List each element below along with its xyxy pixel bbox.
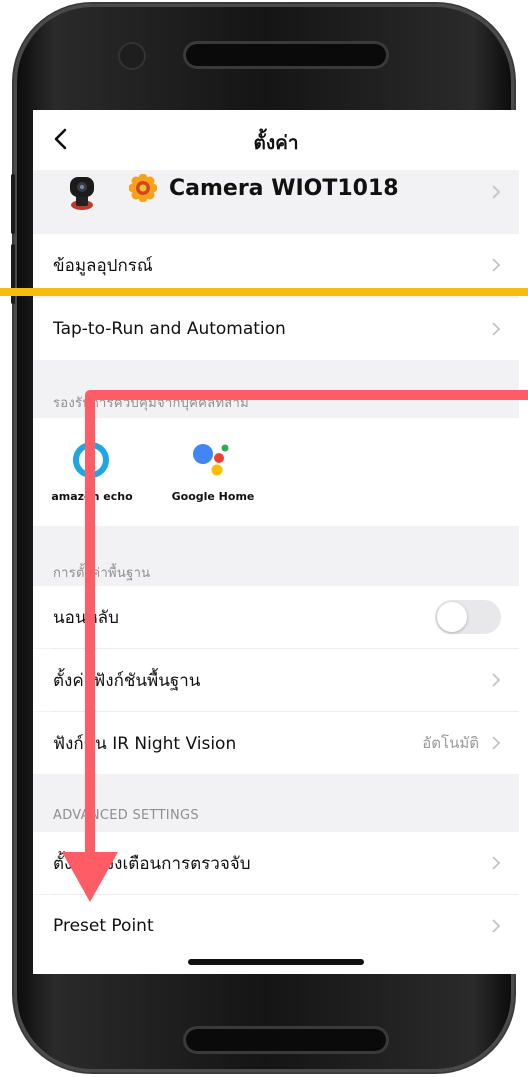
annotation-arrow	[62, 390, 528, 902]
arrow-head-icon	[62, 852, 118, 902]
arrow-shaft	[85, 390, 528, 860]
